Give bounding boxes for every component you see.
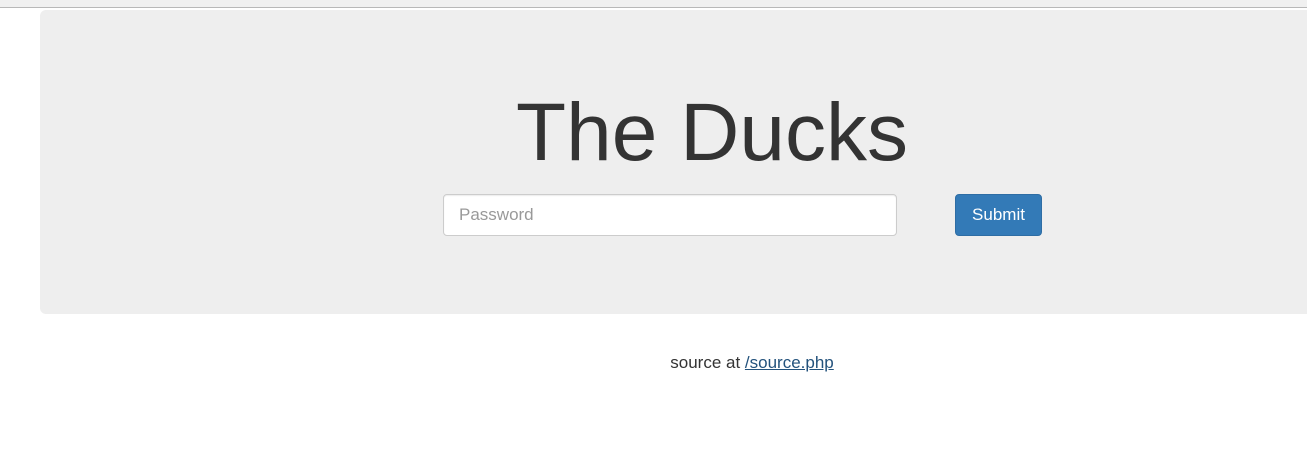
password-field[interactable]	[443, 194, 897, 236]
browser-top-edge	[0, 0, 1307, 8]
submit-button[interactable]: Submit	[955, 194, 1042, 236]
source-link[interactable]: /source.php	[745, 353, 834, 372]
source-note-prefix: source at	[670, 353, 745, 372]
jumbotron-panel	[40, 10, 1307, 314]
source-note: source at /source.php	[0, 352, 1307, 374]
